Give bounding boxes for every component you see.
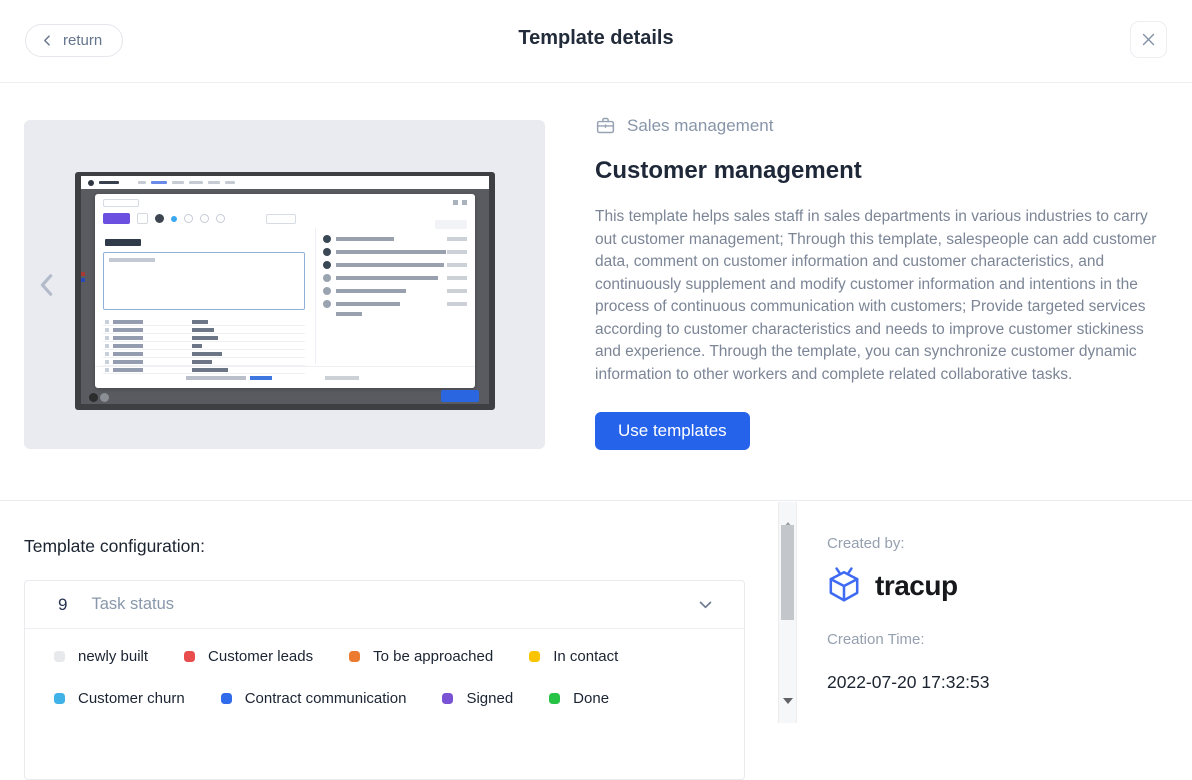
status-label: Done: [573, 690, 609, 707]
template-category-row: Sales management: [595, 115, 1167, 136]
template-preview-image: [75, 172, 495, 410]
close-button[interactable]: [1130, 21, 1167, 58]
status-color-dot: [184, 651, 195, 662]
status-color-dot: [54, 651, 65, 662]
status-list: newly built Customer leads To be approac…: [25, 629, 744, 727]
status-color-dot: [54, 693, 65, 704]
status-color-dot: [221, 693, 232, 704]
scroll-up-button[interactable]: [779, 506, 796, 522]
template-preview-carousel: [24, 120, 545, 449]
created-by-label: Created by:: [827, 535, 905, 552]
template-configuration-section: Template configuration: 9 Task status ne…: [0, 500, 1192, 722]
scrollbar-thumb[interactable]: [781, 525, 794, 620]
status-item: Signed: [442, 690, 513, 707]
template-configuration-heading: Template configuration:: [24, 536, 205, 557]
tracup-logo-icon: [825, 567, 863, 605]
configuration-pane: Template configuration: 9 Task status ne…: [0, 501, 777, 722]
status-label: Signed: [466, 690, 513, 707]
briefcase-icon: [595, 115, 616, 136]
status-item: To be approached: [349, 648, 493, 665]
status-label: newly built: [78, 648, 148, 665]
task-status-accordion[interactable]: 9 Task status: [25, 581, 744, 629]
creator-pane: Created by: tracup Creation Time: 2022-0…: [798, 501, 1192, 722]
template-title: Customer management: [595, 157, 1167, 185]
status-item: Customer leads: [184, 648, 313, 665]
status-item: In contact: [529, 648, 618, 665]
template-description: This template helps sales staff in sales…: [595, 206, 1167, 386]
creation-time-label: Creation Time:: [827, 631, 925, 648]
creator-name: tracup: [875, 570, 958, 602]
task-status-panel: 9 Task status newly built Customer leads…: [24, 580, 745, 780]
status-label: Contract communication: [245, 690, 407, 707]
template-category: Sales management: [627, 116, 773, 136]
status-color-dot: [529, 651, 540, 662]
scroll-down-button[interactable]: [779, 703, 796, 719]
task-status-count: 9: [58, 595, 67, 615]
status-label: Customer leads: [208, 648, 313, 665]
carousel-prev-button[interactable]: [32, 268, 62, 302]
tracup-logo: tracup: [825, 567, 958, 605]
status-item: Customer churn: [54, 690, 185, 707]
page-title: Template details: [0, 27, 1192, 50]
close-icon: [1140, 31, 1157, 48]
use-templates-button[interactable]: Use templates: [595, 412, 750, 450]
chevron-left-icon: [36, 272, 58, 298]
page-header: return Template details: [0, 0, 1192, 83]
status-item: newly built: [54, 648, 148, 665]
status-label: In contact: [553, 648, 618, 665]
creation-time-value: 2022-07-20 17:32:53: [827, 672, 990, 693]
status-item: Contract communication: [221, 690, 407, 707]
status-item: Done: [549, 690, 609, 707]
template-details-main: Sales management Customer management Thi…: [0, 83, 1192, 500]
task-status-label: Task status: [91, 595, 174, 614]
status-color-dot: [442, 693, 453, 704]
status-label: Customer churn: [78, 690, 185, 707]
scrollbar[interactable]: [778, 502, 797, 723]
chevron-down-icon: [697, 596, 714, 618]
status-label: To be approached: [373, 648, 493, 665]
status-color-dot: [349, 651, 360, 662]
status-color-dot: [549, 693, 560, 704]
triangle-down-icon: [783, 698, 793, 719]
